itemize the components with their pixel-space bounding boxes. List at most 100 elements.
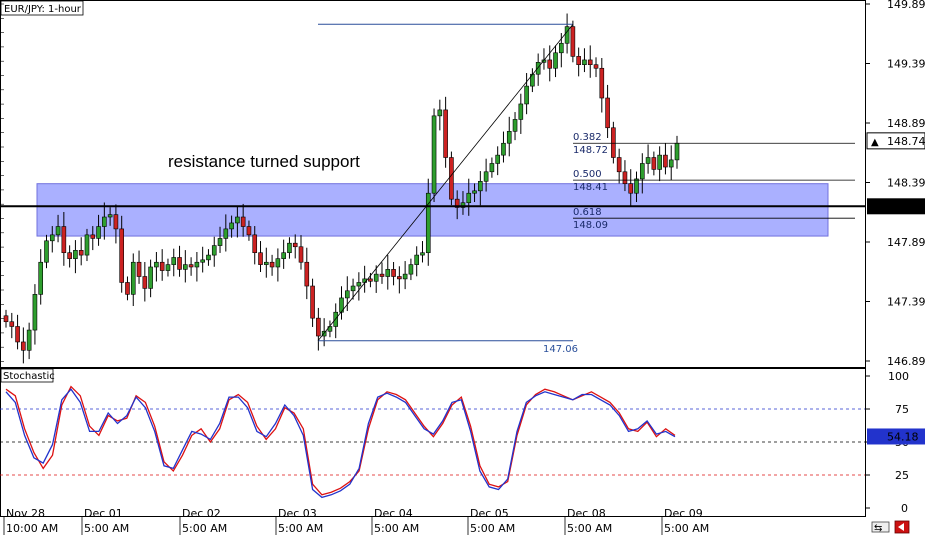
candle-up <box>287 242 292 254</box>
price-tick-label: 147.89 <box>887 236 925 249</box>
candle-up <box>639 163 645 180</box>
stochastic-tick-label: 100 <box>888 370 909 383</box>
price-tick-label: 148.39 <box>887 177 925 190</box>
candle-down <box>310 285 315 319</box>
candle-up <box>431 115 437 194</box>
candle-up <box>229 222 234 230</box>
stochastic-tick-label: 0 <box>901 502 908 515</box>
candle-down <box>142 276 148 289</box>
candle-up <box>200 259 205 263</box>
candle-up <box>84 234 90 256</box>
current-price-label: 148.74 <box>887 135 925 148</box>
candle-up <box>211 245 217 256</box>
candle-up <box>489 163 495 173</box>
candle-up <box>206 254 211 261</box>
candle-down <box>599 67 605 99</box>
candle-up <box>281 252 286 259</box>
candle-down <box>136 261 142 277</box>
candle-down <box>651 157 657 170</box>
candle-up <box>275 258 281 268</box>
candle-up <box>344 290 350 299</box>
time-label: 5:00 AM <box>374 522 419 535</box>
candle-down <box>547 59 553 69</box>
candle-up <box>356 282 362 287</box>
date-label: Dec 08 <box>567 507 606 520</box>
fib-ratio-label: 0.382 <box>573 132 602 143</box>
time-label: 5:00 AM <box>664 522 709 535</box>
fib-price-label: 148.41 <box>573 182 608 193</box>
candle-up <box>402 273 408 280</box>
candle-down <box>628 183 634 194</box>
date-label: Nov 28 <box>6 507 45 520</box>
scroll-toggle-glyph: ⇆ <box>874 523 882 534</box>
candle-down <box>252 234 258 254</box>
candle-down <box>298 246 304 263</box>
candle-up <box>373 273 379 282</box>
candle-down <box>119 228 124 283</box>
annotation-text: resistance turned support <box>168 152 360 171</box>
price-tick-label: 146.89 <box>887 355 925 368</box>
fib-ratio-label: 0.500 <box>573 169 602 180</box>
candle-down <box>663 154 668 168</box>
candle-up <box>408 264 414 275</box>
candle-up <box>668 159 674 168</box>
candle-up <box>495 154 500 164</box>
fib-price-label: 148.09 <box>573 220 608 231</box>
candle-up <box>49 234 55 242</box>
candle-up <box>148 266 153 289</box>
time-label: 5:00 AM <box>182 522 227 535</box>
price-title: EUR/JPY: 1-hour <box>4 4 82 15</box>
date-label: Dec 04 <box>374 507 413 520</box>
candle-down <box>576 56 581 65</box>
candle-down <box>125 282 130 295</box>
candle-down <box>61 226 67 254</box>
date-label: Dec 05 <box>470 507 509 520</box>
candle-up <box>437 109 443 117</box>
candle-up <box>154 261 159 268</box>
candle-down <box>443 109 448 158</box>
date-label: Dec 01 <box>84 507 123 520</box>
candle-up <box>107 214 113 218</box>
fib-ratio-label: 0.618 <box>573 207 602 218</box>
stochastic-line <box>5 385 676 496</box>
candle-up <box>478 181 483 192</box>
candle-up <box>634 178 639 194</box>
candle-up <box>553 52 558 69</box>
time-label: 5:00 AM <box>567 522 612 535</box>
candle-down <box>188 264 194 268</box>
stochastic-tick-label: 75 <box>895 403 909 416</box>
candle-up <box>414 254 419 265</box>
candle-up <box>235 216 240 224</box>
candle-up <box>102 216 107 227</box>
candle-up <box>171 257 177 265</box>
candle-up <box>506 131 512 144</box>
date-label: Dec 03 <box>278 507 317 520</box>
fib-low-label: 147.06 <box>543 344 578 355</box>
candle-down <box>316 317 321 337</box>
fib-trend-line <box>317 23 574 342</box>
candle-up <box>55 226 61 236</box>
candle-up <box>350 285 356 292</box>
candle-up <box>73 250 78 259</box>
candle-up <box>559 42 564 54</box>
candle-down <box>9 321 15 327</box>
candle-up <box>518 103 524 120</box>
time-label: 5:00 AM <box>84 522 129 535</box>
candle-up <box>564 26 570 44</box>
candle-up <box>645 157 651 164</box>
stochastic-tick-label: 25 <box>895 469 909 482</box>
candle-up <box>26 329 32 351</box>
candle-down <box>90 234 96 239</box>
candle-down <box>292 242 298 248</box>
candle-down <box>258 252 263 265</box>
stochastic-title: Stochastic <box>3 371 55 382</box>
candle-down <box>622 171 628 184</box>
candle-down <box>3 315 9 323</box>
candle-up <box>472 190 477 194</box>
time-label: 5:00 AM <box>470 522 515 535</box>
candle-up <box>674 142 680 161</box>
candle-up <box>483 171 489 182</box>
time-label: 5:00 AM <box>278 522 323 535</box>
candle-down <box>240 216 246 227</box>
price-tick-label: 148.89 <box>887 117 925 130</box>
